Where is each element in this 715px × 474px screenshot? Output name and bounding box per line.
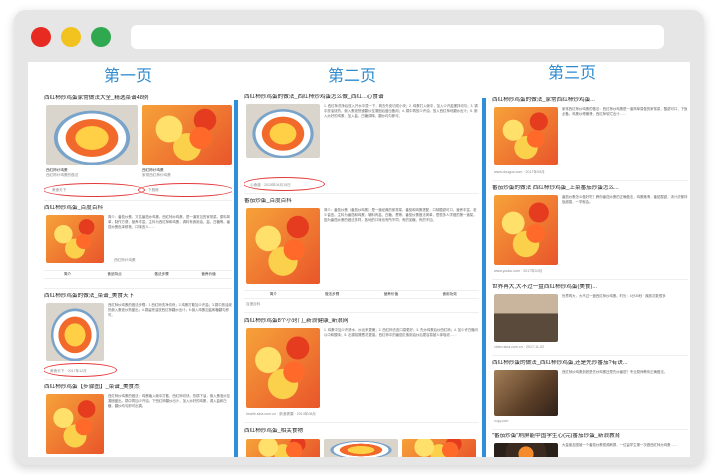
result-title[interactable]: 番茄炒蛋的做法 西红柿炒鸡蛋_上菜番茄炒蛋怎么... [492, 185, 688, 192]
page-divider-2 [482, 98, 486, 457]
result-thumbnail[interactable] [246, 208, 320, 284]
result-snippet: 番茄炒蛋怎么做好吃？教你番茄炒蛋的正确做法，鸡蛋嫩滑，番茄酸甜，汤汁浓郁拌饭超香… [562, 195, 688, 204]
baike-tab[interactable]: 做法步骤 [303, 291, 362, 298]
result-link[interactable]: 西红柿炒鸡蛋 [114, 258, 136, 263]
result-title[interactable]: 西红柿炒蛋的做法_西红柿炒鸡蛋,还是先炒番茄?有诀... [492, 360, 688, 367]
page-divider-1 [234, 100, 238, 457]
result-source: 百度百科 [246, 302, 261, 306]
results-page-1: 西红柿炒鸡蛋家常做法大全_精选菜谱48例 西红柿炒鸡蛋 西红柿炒鸡蛋的做法 西红… [44, 92, 232, 457]
result-title[interactable]: 西红柿炒鸡蛋的做法_西红柿炒鸡蛋怎么做_西红...心食谱 [244, 94, 479, 101]
result-snippet: 简介：番茄炒蛋，又名番茄炒鸡蛋、西红柿炒鸡蛋，是一道常见的家常菜。原料简单，制作… [108, 215, 231, 229]
result-source: www.douguo.com · 2017年05月 [494, 170, 545, 174]
result-title[interactable]: 西红柿炒鸡蛋8个小窍门_新浪健康_新浪网 [244, 318, 479, 325]
result-source: v.qq.com [494, 419, 509, 423]
baike-tab[interactable]: 简介 [44, 271, 91, 278]
result-thumbnail[interactable] [142, 105, 232, 165]
result-thumbnail[interactable] [46, 105, 138, 165]
page-label-3: 第三页 [548, 63, 597, 82]
highlight-circle [44, 183, 145, 197]
result-thumbnail[interactable] [246, 104, 320, 158]
baike-tab-row: 简介 做法步骤 营养价值 食用功效 [244, 290, 479, 299]
result-thumbnail[interactable] [494, 443, 558, 457]
baike-tab[interactable]: 做法步骤 [138, 271, 185, 278]
highlight-circle [138, 183, 232, 197]
result-separator [244, 422, 479, 423]
result-snippet: 西红柿炒鸡蛋的做法步骤：1.西红柿洗净切块；2.鸡蛋打散加少许盐；3.锅中放油烧… [108, 303, 232, 317]
result-thumbnail[interactable] [494, 107, 558, 165]
result-snippet: 1. 鸡蛋中加少许清水，炒出来更嫩；2. 西红柿去皮口感更好；3. 先炒鸡蛋后炒… [324, 328, 479, 337]
screenshot-canvas: 第一页 第二页 第三页 西红柿炒鸡蛋家常做法大全_精选菜谱48例 西红柿炒鸡蛋 … [28, 62, 690, 457]
result-snippet: 世界再大，大不过一盘西红柿炒鸡蛋。时长：4分30秒 · 播放次数很多 [562, 294, 666, 298]
result-thumbnail[interactable] [246, 439, 320, 457]
result-separator [244, 312, 479, 313]
result-snippet: 1. 西红柿洗净后放入开水中烫一下，剥去外皮切成小块；2. 鸡蛋打入碗中，加入少… [324, 104, 478, 118]
result-thumbnail[interactable] [46, 394, 104, 454]
close-window-button[interactable] [31, 27, 51, 47]
image-caption: 西红柿炒鸡蛋的做法 [46, 173, 79, 177]
result-title[interactable]: 西红柿炒鸡蛋家常做法大全_精选菜谱48例 [44, 95, 232, 102]
baike-tab[interactable]: 食品特点 [91, 271, 138, 278]
result-snippet: 西红柿炒鸡蛋到底是先炒鸡蛋还是先炒番茄？专业厨师教你正确做法。 [562, 370, 668, 374]
result-separator [492, 355, 688, 356]
results-page-3: 西红柿炒鸡蛋的做法_家常西红柿炒鸡蛋... 家常西红柿炒鸡蛋的做法：西红柿炒鸡蛋… [492, 92, 688, 457]
result-thumbnail[interactable] [46, 215, 104, 263]
highlight-circle [244, 177, 325, 191]
result-title[interactable]: 世界再大,大不过一盘西红柿炒鸡蛋(美食)... [492, 284, 688, 291]
result-title[interactable]: 番茄炒蛋_百度百科 [244, 198, 479, 205]
result-thumbnail[interactable] [494, 195, 558, 265]
result-snippet: 西红柿炒鸡蛋的做法：鸡蛋磕入碗中打散，西红柿切块。热锅下油，倒入蛋液炒至凝固盛出… [108, 394, 231, 408]
address-bar[interactable] [131, 25, 664, 49]
result-source: www.youku.com · 2017年04月 [494, 269, 543, 273]
result-separator [44, 379, 232, 380]
baike-tab[interactable]: 营养价值 [362, 291, 421, 298]
result-thumbnail[interactable] [324, 439, 398, 457]
result-separator [492, 279, 688, 280]
result-title[interactable]: 西红柿炒鸡蛋的做法_家常西红柿炒鸡蛋... [492, 97, 688, 104]
result-title[interactable]: 西红柿炒鸡蛋_相关食物 [244, 428, 479, 435]
result-thumbnail[interactable] [46, 303, 104, 361]
baike-tab[interactable]: 食用功效 [420, 291, 479, 298]
baike-tab[interactable]: 简介 [244, 291, 303, 298]
result-snippet: 简介：番茄炒蛋（番茄炒鸡蛋）是一道经典的家常菜，番茄和鸡蛋搭配，口味酸甜可口，营… [324, 208, 477, 222]
baike-tab-row: 简介 食品特点 做法步骤 营养价值 [44, 270, 232, 279]
image-caption: 家常西红柿炒鸡蛋 [142, 173, 171, 177]
result-thumbnail[interactable] [246, 328, 320, 408]
page-label-2: 第二页 [328, 66, 377, 85]
result-separator [244, 193, 479, 194]
result-separator [44, 200, 232, 201]
result-separator [44, 288, 232, 289]
page-label-1: 第一页 [104, 66, 153, 85]
result-title[interactable]: 西红柿炒鸡蛋的做法_菜谱_美食天下 [44, 293, 232, 300]
result-thumbnail[interactable] [402, 439, 476, 457]
video-thumbnail[interactable] [494, 294, 558, 342]
result-title[interactable]: 西红柿炒鸡蛋【步骤图】_菜谱_美食杰 [44, 384, 232, 391]
results-page-2: 西红柿炒鸡蛋的做法_西红柿炒鸡蛋怎么做_西红...心食谱 1. 西红柿洗净后放入… [244, 92, 479, 457]
result-snippet: 家常西红柿炒鸡蛋的做法：西红柿炒鸡蛋是一道简单易做的家常菜，酸甜可口，下饭必备。… [562, 107, 688, 116]
highlight-circle [44, 363, 117, 377]
result-source: health.sina.com.cn · 新浪健康 · 2014年08月 [246, 412, 316, 416]
result-separator [492, 180, 688, 181]
result-snippet: 大量朋友圈被一个番茄炒蛋视频刷屏，一位留学生第一次做西红柿炒鸡蛋…… [562, 443, 678, 447]
result-source: video.sina.com.cn · 2017-11-02 [494, 345, 545, 349]
maximize-window-button[interactable] [91, 27, 111, 47]
video-thumbnail[interactable] [494, 370, 558, 416]
result-title[interactable]: "番茄炒蛋"刷屏能中国学生心(完)番茄炒蛋_新浪教育 [492, 433, 688, 440]
browser-window: 第一页 第二页 第三页 西红柿炒鸡蛋家常做法大全_精选菜谱48例 西红柿炒鸡蛋 … [14, 10, 704, 465]
minimize-window-button[interactable] [61, 27, 81, 47]
result-title[interactable]: 西红柿炒鸡蛋_百度百科 [44, 205, 232, 212]
baike-tab[interactable]: 营养价值 [185, 271, 232, 278]
result-separator [492, 429, 688, 430]
